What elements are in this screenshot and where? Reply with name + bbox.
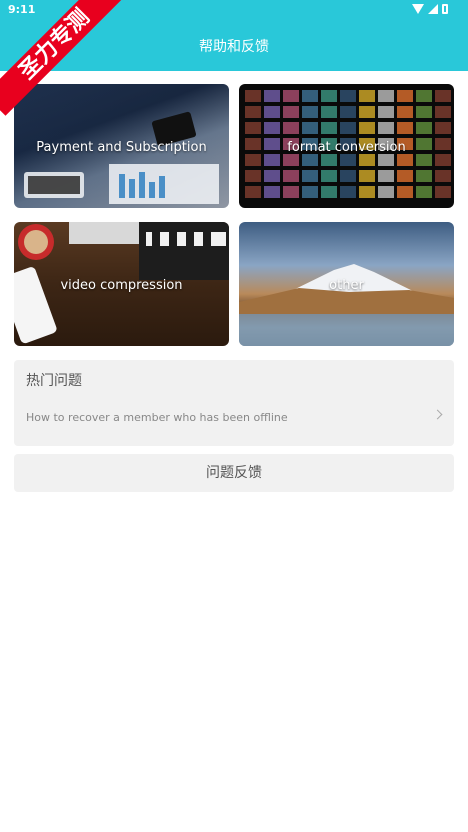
hot-questions-panel: 热门问题 How to recover a member who has bee…: [14, 360, 454, 446]
hot-question-text: How to recover a member who has been off…: [26, 411, 288, 424]
wifi-icon: [412, 4, 424, 14]
category-label: other: [329, 278, 364, 293]
category-card-payment[interactable]: Payment and Subscription: [14, 84, 229, 208]
status-time: 9:11: [8, 3, 36, 16]
signal-icon: [428, 4, 438, 14]
category-label: Payment and Subscription: [36, 140, 207, 155]
status-icons: [412, 4, 448, 14]
hot-questions-title: 热门问题: [26, 373, 82, 389]
category-label: format conversion: [287, 140, 406, 155]
feedback-button[interactable]: 问题反馈: [14, 454, 454, 492]
hot-question-item[interactable]: How to recover a member who has been off…: [14, 402, 454, 436]
chevron-right-icon: [432, 409, 443, 420]
category-card-format[interactable]: format conversion: [239, 84, 454, 208]
battery-icon: [442, 4, 448, 14]
category-card-other[interactable]: other: [239, 222, 454, 346]
category-card-video[interactable]: video compression: [14, 222, 229, 346]
category-label: video compression: [60, 278, 183, 293]
